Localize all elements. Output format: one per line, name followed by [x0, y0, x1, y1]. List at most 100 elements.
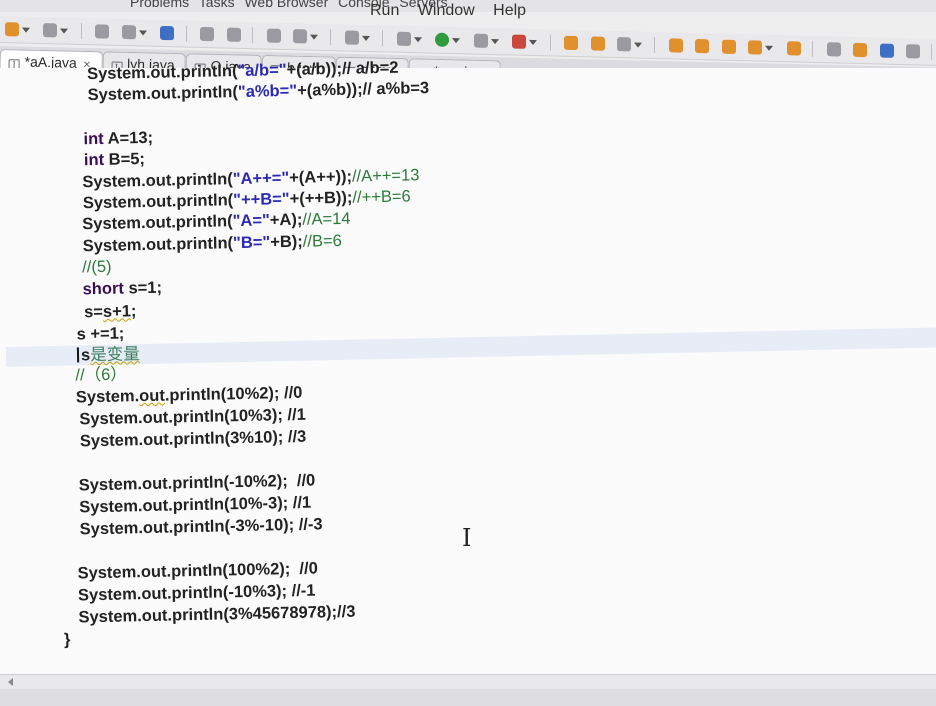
current-line-highlight [5, 326, 936, 367]
debug-icon[interactable] [396, 31, 411, 47]
keyword: short [82, 279, 125, 299]
string-literal: "B=" [232, 233, 271, 253]
run-icon[interactable] [435, 32, 450, 47]
menu-help[interactable]: Help [493, 2, 526, 19]
string-literal: "A++=" [232, 168, 290, 189]
code-line: s=s+1; [84, 301, 137, 322]
eclipse-window: Problems Tasks Web Browser Console Serve… [0, 0, 936, 706]
chevron-down-icon[interactable] [138, 30, 147, 36]
chevron-down-icon[interactable] [633, 42, 642, 48]
code-token: s +=1; [76, 324, 125, 344]
warning-underline: out [139, 386, 166, 406]
text-caret [76, 347, 80, 363]
view-tab-tasks[interactable]: Tasks [199, 0, 235, 10]
code-token: System.out.println( [86, 62, 238, 84]
code-line: System.out.println(100%2); //0 [77, 558, 318, 583]
open-project-icon[interactable] [695, 38, 710, 54]
code-token: System.out.println(-10%2); [78, 472, 288, 495]
comment: //A++=13 [351, 166, 420, 186]
chevron-down-icon[interactable] [490, 38, 499, 45]
code-token: System.out.println( [87, 83, 239, 105]
open-folder-icon[interactable] [668, 38, 683, 53]
code-token: s= [83, 302, 104, 322]
string-literal: "A=" [232, 211, 270, 231]
horizontal-scrollbar[interactable] [0, 674, 936, 689]
terminal-icon[interactable] [344, 30, 359, 45]
comment: //（6） [75, 365, 127, 385]
comment: //0 [279, 383, 303, 403]
chevron-down-icon[interactable] [765, 45, 774, 51]
comment: //++B=6 [352, 187, 411, 207]
status-strip [0, 689, 936, 706]
open-task-icon[interactable] [226, 27, 241, 42]
build-icon[interactable] [121, 24, 136, 40]
code-token: ; [130, 302, 137, 321]
comment: //0 [287, 471, 316, 491]
server-icon[interactable] [266, 28, 281, 43]
code-token: System.out.println(3%45678978); [78, 603, 338, 627]
code-line: System.out.println("B="+B);//B=6 [83, 231, 342, 256]
globe-icon[interactable] [160, 25, 175, 41]
keyword: int [83, 150, 105, 170]
code-line: System.out.println("A="+A);//A=14 [82, 209, 351, 235]
menu-bar: Run Window Help [370, 2, 540, 20]
warning-underline: s+1 [102, 302, 132, 321]
code-token: System.out.println(10%-3); [79, 494, 289, 517]
external-tools-icon[interactable] [512, 34, 527, 49]
view-tab-web-browser[interactable]: Web Browser [244, 0, 328, 10]
toolbar-separator [252, 27, 254, 44]
print-icon[interactable] [95, 24, 110, 39]
chevron-down-icon[interactable] [361, 35, 370, 42]
string-literal: "++B=" [232, 189, 290, 210]
code-line: System.out.println(-10%2); //0 [79, 470, 316, 495]
view-tab-problems[interactable]: Problems [130, 0, 189, 10]
chevron-down-icon[interactable] [22, 27, 30, 33]
chevron-down-icon[interactable] [529, 39, 538, 46]
keyword: int [83, 129, 104, 149]
code-token: System.out.println( [82, 191, 234, 213]
new-package-icon[interactable] [564, 35, 579, 51]
code-token: +A); [269, 210, 303, 230]
menu-window[interactable]: Window [418, 2, 475, 19]
code-line: System.out.println(10%-3); //1 [79, 493, 311, 518]
comment: //B=6 [302, 231, 342, 251]
coverage-icon[interactable] [473, 33, 488, 48]
chevron-down-icon[interactable] [60, 28, 69, 34]
code-token: s=1; [123, 278, 163, 298]
code-token: System.out.println( [82, 170, 233, 192]
code-token: +(A++)); [289, 167, 353, 187]
code-token: +B); [270, 232, 303, 252]
code-line: //（6） [75, 364, 127, 385]
menu-run[interactable]: Run [370, 2, 399, 19]
comment: //0 [290, 559, 318, 579]
open-type-icon[interactable] [200, 26, 215, 42]
code-token: System.out.println(-10%3); [77, 582, 288, 605]
comment: //-3 [293, 515, 323, 534]
comment: //1 [282, 405, 306, 425]
code-token: System.out.println( [82, 234, 234, 256]
comment: //3 [336, 602, 356, 622]
chevron-down-icon[interactable] [452, 38, 461, 44]
code-token: System.out.println( [82, 212, 233, 234]
code-editor[interactable]: System.out.println("a/b="+(a/b));// a/b=… [0, 59, 936, 694]
comment: //A=14 [302, 209, 351, 229]
deploy-icon[interactable] [292, 29, 307, 44]
comment: //3 [283, 427, 307, 447]
toolbar-separator [654, 36, 656, 54]
save-icon[interactable] [43, 23, 58, 38]
code-line: int B=5; [84, 149, 145, 170]
code-token: B=5; [103, 149, 146, 169]
new-wizard-icon[interactable] [5, 22, 19, 37]
code-line: int A=13; [83, 128, 153, 149]
code-text[interactable]: System.out.println("a/b="+(a/b));// a/b=… [0, 47, 936, 706]
chevron-down-icon[interactable] [413, 37, 422, 43]
code-token: System.out.println(100%2); [77, 560, 291, 583]
toolbar-separator [549, 34, 551, 51]
code-token: +(a%b));// a%b=3 [296, 79, 430, 100]
new-enum-icon[interactable] [616, 37, 631, 52]
code-token: System.out.println(3%10); [79, 428, 284, 451]
new-class-icon[interactable] [590, 36, 605, 51]
string-literal: "a%b=" [237, 81, 298, 102]
chevron-down-icon[interactable] [309, 34, 318, 40]
scroll-left-arrow-icon[interactable] [8, 678, 13, 686]
